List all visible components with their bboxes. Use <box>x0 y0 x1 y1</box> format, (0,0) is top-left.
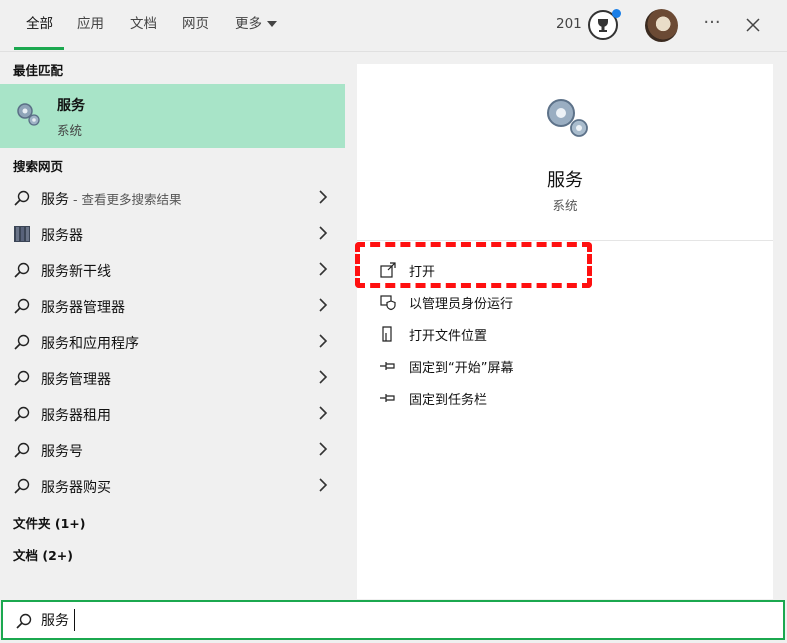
pin-icon <box>380 394 395 402</box>
search-icon <box>14 262 30 278</box>
tab-apps[interactable]: 应用 <box>77 0 104 52</box>
divider <box>357 240 773 241</box>
web-result-item[interactable]: 服务新干线 <box>0 252 345 288</box>
web-result-label: 服务号 <box>41 444 83 460</box>
best-match-title: 服务 <box>57 98 85 114</box>
web-result-label: 服务器管理器 <box>41 300 125 316</box>
search-icon <box>14 298 30 314</box>
web-result-label: 服务新干线 <box>41 264 111 280</box>
detail-panel: 服务 系统 打开 以管理员身份运行 打开文件位置 固定到“开始”屏幕 固定到任务… <box>357 64 773 599</box>
action-label: 固定到“开始”屏幕 <box>409 361 514 376</box>
chevron-right-icon[interactable] <box>317 476 329 494</box>
text-cursor <box>74 609 75 631</box>
web-result-label: 服务 - 查看更多搜索结果 <box>41 192 182 208</box>
tab-more-label: 更多 <box>235 16 262 32</box>
close-icon[interactable] <box>742 12 764 38</box>
chevron-right-icon[interactable] <box>317 296 329 314</box>
search-icon <box>14 190 30 206</box>
chevron-right-icon[interactable] <box>317 332 329 350</box>
web-result-label: 服务和应用程序 <box>41 336 139 352</box>
search-icon <box>14 478 30 494</box>
pin-icon <box>380 362 395 370</box>
annotation-highlight <box>355 242 592 288</box>
detail-title: 服务 <box>547 170 583 191</box>
chevron-right-icon[interactable] <box>317 404 329 422</box>
server-image-icon <box>14 226 30 242</box>
search-web-heading: 搜索网页 <box>13 159 64 174</box>
top-bar: 全部 应用 文档 网页 更多 201 ··· <box>0 0 787 52</box>
tab-more[interactable]: 更多 <box>235 0 277 52</box>
file-location-icon <box>382 326 392 342</box>
folders-heading[interactable]: 文件夹 (1+) <box>13 513 85 532</box>
best-match-heading: 最佳匹配 <box>13 63 64 78</box>
active-tab-indicator <box>14 47 64 50</box>
chevron-right-icon[interactable] <box>317 188 329 206</box>
tab-web[interactable]: 网页 <box>182 0 209 52</box>
tab-all[interactable]: 全部 <box>26 0 53 52</box>
rewards-points: 201 <box>556 16 582 32</box>
web-result-item[interactable]: 服务器购买 <box>0 468 345 504</box>
web-result-label: 服务管理器 <box>41 372 111 388</box>
web-result-label: 服务器购买 <box>41 480 111 496</box>
services-gear-icon <box>547 99 588 137</box>
web-result-item[interactable]: 服务器管理器 <box>0 288 345 324</box>
web-result-item[interactable]: 服务管理器 <box>0 360 345 396</box>
chevron-right-icon[interactable] <box>317 440 329 458</box>
search-icon <box>16 613 32 629</box>
web-result-item[interactable]: 服务号 <box>0 432 345 468</box>
search-icon <box>14 370 30 386</box>
action-label: 固定到任务栏 <box>409 393 488 408</box>
services-gear-icon <box>14 100 42 128</box>
web-result-item[interactable]: 服务器租用 <box>0 396 345 432</box>
search-icon <box>14 406 30 422</box>
chevron-down-icon <box>267 21 277 27</box>
ellipsis-icon[interactable]: ··· <box>700 12 724 38</box>
best-match-item[interactable]: 服务 系统 <box>0 84 345 148</box>
chevron-right-icon[interactable] <box>317 224 329 242</box>
web-result-item[interactable]: 服务和应用程序 <box>0 324 345 360</box>
web-result-item[interactable]: 服务 - 查看更多搜索结果 <box>0 180 345 216</box>
action-label: 以管理员身份运行 <box>409 297 514 312</box>
documents-heading[interactable]: 文档 (2+) <box>13 545 73 564</box>
best-match-subtitle: 系统 <box>57 123 83 138</box>
search-input[interactable] <box>41 607 741 633</box>
admin-shield-icon <box>380 295 396 311</box>
web-result-label: 服务器租用 <box>41 408 111 424</box>
action-label: 打开文件位置 <box>409 329 488 344</box>
web-result-label: 服务器 <box>41 228 83 244</box>
search-bar[interactable] <box>1 600 785 640</box>
avatar[interactable] <box>645 9 678 42</box>
chevron-right-icon[interactable] <box>317 260 329 278</box>
search-icon <box>14 442 30 458</box>
tab-documents[interactable]: 文档 <box>130 0 157 52</box>
detail-subtitle: 系统 <box>552 198 578 213</box>
web-result-item[interactable]: 服务器 <box>0 216 345 252</box>
chevron-right-icon[interactable] <box>317 368 329 386</box>
notification-dot <box>612 9 621 18</box>
search-icon <box>14 334 30 350</box>
